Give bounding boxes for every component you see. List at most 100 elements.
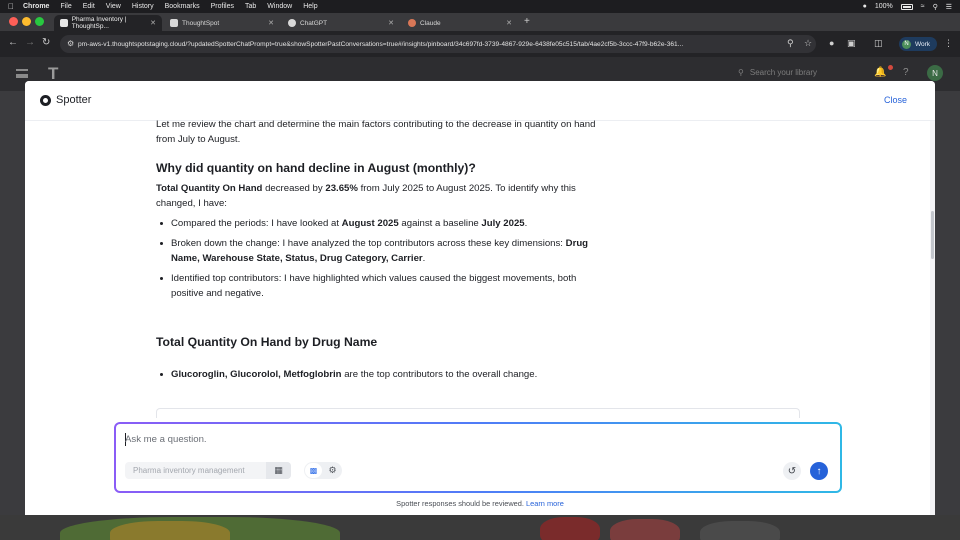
spotter-header: Spotter Close xyxy=(25,81,935,121)
chrome-menu-icon[interactable]: ⋮ xyxy=(944,38,953,49)
macos-menu-bar:  Chrome File Edit View History Bookmark… xyxy=(0,0,960,13)
compare-period: August 2025 xyxy=(341,218,399,229)
response-intro: Let me review the chart and determine th… xyxy=(156,119,596,145)
settings-gear-icon[interactable]: ⚙ xyxy=(324,463,341,478)
tab-claude[interactable]: Claude ✕ xyxy=(402,15,518,31)
backdrop-right xyxy=(935,91,960,515)
change-percent: 23.65% xyxy=(325,183,358,194)
thoughtspot-favicon-icon xyxy=(170,19,178,27)
chart-mode-icon[interactable]: ▩ xyxy=(305,463,322,478)
battery-icon[interactable] xyxy=(900,3,913,10)
tab-label: ChatGPT xyxy=(300,19,328,27)
spotter-title: Spotter xyxy=(56,94,92,106)
ask-question-box[interactable]: Ask me a question. Pharma inventory mana… xyxy=(114,422,842,493)
backdrop-map-area xyxy=(0,515,960,540)
scrollbar-thumb[interactable] xyxy=(931,211,934,259)
menu-file[interactable]: File xyxy=(60,3,71,10)
list-item: Glucoroglin, Glucorolol, Metfoglobrin ar… xyxy=(156,367,608,382)
tab-label: Claude xyxy=(420,19,441,27)
bullet-text: Broken down the change: I have analyzed … xyxy=(171,238,566,249)
thoughtspot-favicon-icon xyxy=(60,19,68,27)
extension-icon[interactable]: ● xyxy=(829,38,834,48)
search-icon: ⚲ xyxy=(738,68,744,77)
menu-view[interactable]: View xyxy=(106,3,121,10)
control-center-icon[interactable]: ☰ xyxy=(946,3,952,11)
forward-icon[interactable]: → xyxy=(25,37,35,48)
menu-bookmarks[interactable]: Bookmarks xyxy=(165,3,200,10)
notification-dot xyxy=(888,65,893,70)
spotter-modal: Spotter Close Let me review the chart an… xyxy=(25,81,935,515)
menu-window[interactable]: Window xyxy=(267,3,292,10)
reload-icon[interactable]: ↻ xyxy=(42,37,50,48)
close-button[interactable]: Close xyxy=(884,95,907,105)
send-arrow-icon[interactable]: ↑ xyxy=(810,462,828,480)
site-info-icon[interactable]: ⚙ xyxy=(67,39,74,48)
wifi-icon[interactable]: ≈ xyxy=(921,3,925,10)
user-avatar[interactable]: N xyxy=(927,65,943,81)
extensions-puzzle-icon[interactable]: ▣ xyxy=(847,38,856,49)
menu-tab[interactable]: Tab xyxy=(245,3,256,10)
new-tab-icon[interactable]: + xyxy=(524,16,530,27)
section-heading: Total Quantity On Hand by Drug Name xyxy=(156,335,378,349)
search-icon[interactable]: ⚲ xyxy=(933,3,938,11)
claude-favicon-icon xyxy=(408,19,416,27)
search-placeholder: Search your library xyxy=(749,68,817,77)
chart-card-edge xyxy=(156,408,800,418)
tab-chatgpt[interactable]: ChatGPT ✕ xyxy=(282,15,400,31)
help-icon[interactable]: ? xyxy=(903,67,909,78)
chatgpt-favicon-icon xyxy=(288,19,296,27)
bullet-text: Compared the periods: I have looked at xyxy=(171,218,342,229)
bullet-text: against a baseline xyxy=(398,218,482,229)
zoom-icon[interactable]: ⚲ xyxy=(787,38,794,49)
minimize-window-icon[interactable] xyxy=(22,17,31,26)
record-icon[interactable]: ● xyxy=(863,3,867,10)
spotter-response: Let me review the chart and determine th… xyxy=(156,117,608,382)
close-tab-icon[interactable]: ✕ xyxy=(388,19,394,27)
notifications-bell-icon[interactable]: 🔔 xyxy=(874,67,886,78)
profile-avatar: N xyxy=(902,39,911,49)
top-contributors: Glucoroglin, Glucorolol, Metfoglobrin xyxy=(171,369,342,380)
mode-toggle[interactable]: ▩ ⚙ xyxy=(304,462,342,479)
split-view-icon[interactable]: ◫ xyxy=(874,38,883,49)
address-bar[interactable]: ⚙ pm-aws-v1.thoughtspotstaging.cloud/?up… xyxy=(60,35,816,53)
browser-tab-strip: Pharma Inventory | ThoughtSp... ✕ Though… xyxy=(0,13,960,31)
bullet-text: Identified top contributors: I have high… xyxy=(171,273,577,299)
question-input[interactable]: Ask me a question. xyxy=(125,434,207,445)
learn-more-link[interactable]: Learn more xyxy=(526,499,564,508)
apple-icon[interactable]:  xyxy=(8,2,14,11)
menu-chrome[interactable]: Chrome xyxy=(23,3,49,10)
bullet-text: are the top contributors to the overall … xyxy=(341,369,538,380)
menu-help[interactable]: Help xyxy=(303,3,317,10)
summary-text: decreased by xyxy=(262,183,326,194)
url-text: pm-aws-v1.thoughtspotstaging.cloud/?upda… xyxy=(78,40,684,48)
menu-history[interactable]: History xyxy=(132,3,154,10)
back-icon[interactable]: ← xyxy=(8,37,18,48)
spotter-logo-icon xyxy=(40,95,51,106)
reset-conversation-icon[interactable]: ↺ xyxy=(783,462,801,480)
library-search[interactable]: ⚲ Search your library xyxy=(738,68,817,77)
conversation-scrollbar[interactable] xyxy=(930,121,935,515)
disclaimer-text: Spotter responses should be reviewed. xyxy=(396,499,524,508)
list-item: Identified top contributors: I have high… xyxy=(156,271,608,301)
datasource-name: Pharma inventory management xyxy=(133,466,245,475)
zoom-window-icon[interactable] xyxy=(35,17,44,26)
table-icon[interactable]: ▦ xyxy=(266,462,291,479)
map-region xyxy=(700,521,780,540)
hamburger-menu-icon[interactable] xyxy=(16,69,28,78)
map-region xyxy=(110,521,230,540)
profile-chip[interactable]: N Work xyxy=(899,37,937,51)
close-tab-icon[interactable]: ✕ xyxy=(150,19,156,27)
browser-toolbar: ← → ↻ ⚙ pm-aws-v1.thoughtspotstaging.clo… xyxy=(0,31,960,57)
list-item: Broken down the change: I have analyzed … xyxy=(156,236,608,266)
response-summary: Total Quantity On Hand decreased by 23.6… xyxy=(156,181,608,211)
profile-label: Work xyxy=(915,40,931,48)
tab-pharma-inventory[interactable]: Pharma Inventory | ThoughtSp... ✕ xyxy=(54,15,162,31)
close-tab-icon[interactable]: ✕ xyxy=(506,19,512,27)
map-region xyxy=(540,517,600,540)
close-tab-icon[interactable]: ✕ xyxy=(268,19,274,27)
menu-edit[interactable]: Edit xyxy=(83,3,95,10)
tab-thoughtspot[interactable]: ThoughtSpot ✕ xyxy=(164,15,280,31)
close-window-icon[interactable] xyxy=(9,17,18,26)
bookmark-star-icon[interactable]: ☆ xyxy=(804,38,812,49)
menu-profiles[interactable]: Profiles xyxy=(211,3,234,10)
